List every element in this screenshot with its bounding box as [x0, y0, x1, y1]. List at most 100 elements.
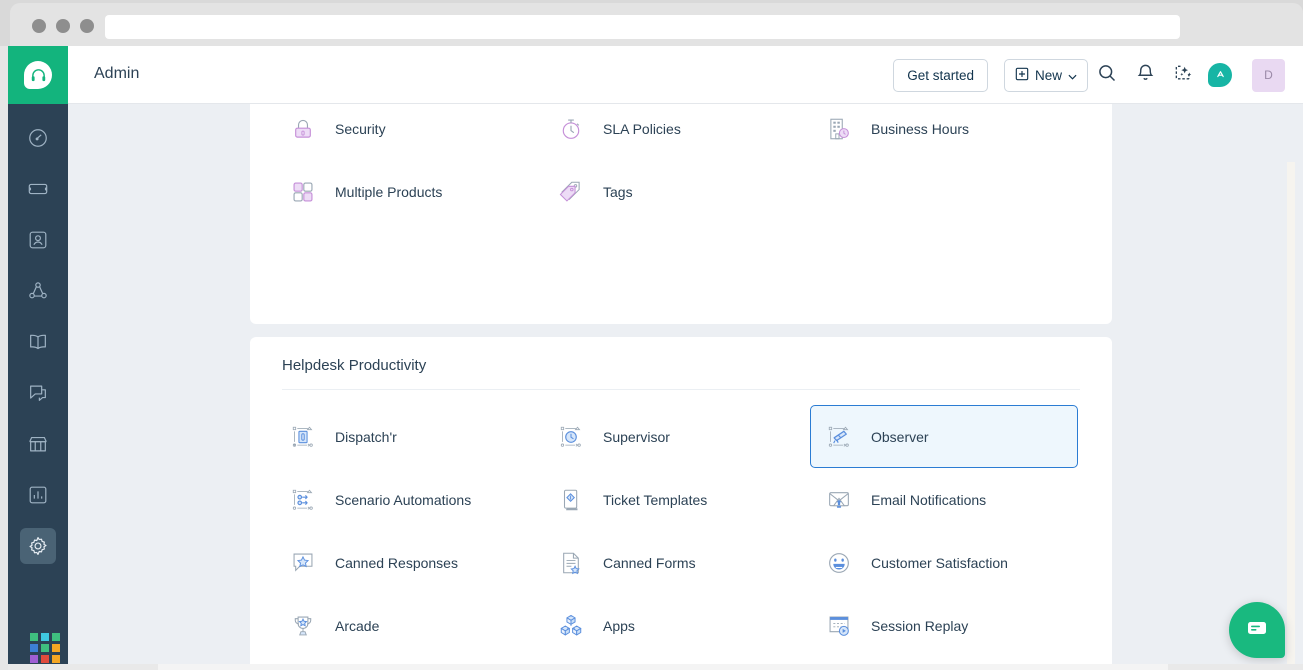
settings-item-dispatch-r[interactable]: Dispatch'r — [274, 405, 542, 468]
chat-widget-button[interactable] — [1229, 602, 1285, 658]
user-avatar[interactable]: D — [1252, 58, 1285, 92]
settings-item-arcade[interactable]: Arcade — [274, 594, 542, 657]
app-switcher-cell — [52, 644, 60, 652]
settings-item-customer-satisfaction[interactable]: Customer Satisfaction — [810, 531, 1078, 594]
book-icon — [20, 324, 56, 360]
network-icon — [20, 273, 56, 309]
sidebar-item-forums[interactable] — [8, 367, 68, 418]
freddy-ai-icon[interactable] — [1208, 63, 1232, 87]
settings-item-multiple-products[interactable]: Multiple Products — [274, 160, 542, 223]
search-button[interactable] — [1088, 56, 1126, 94]
screenshot-root: Admin Get started New D Security SLA Pol… — [0, 0, 1303, 670]
settings-item-apps[interactable]: Apps — [542, 594, 810, 657]
plus-square-icon — [1015, 67, 1029, 84]
settings-card-helpdesk-productivity: Helpdesk Productivity Dispatch'r Supervis… — [250, 337, 1112, 670]
chevron-down-icon — [1068, 68, 1077, 83]
supervisor-clock-icon — [551, 417, 591, 457]
browser-chrome — [0, 0, 1303, 46]
new-button[interactable]: New — [1003, 58, 1088, 92]
store-icon — [20, 426, 56, 462]
settings-item-business-hours[interactable]: Business Hours — [810, 104, 1078, 160]
sidebar-item-contacts[interactable] — [8, 214, 68, 265]
sidebar-item-dashboard[interactable] — [8, 112, 68, 163]
app-switcher-cell — [41, 633, 49, 641]
settings-item-label: Tags — [603, 183, 633, 200]
sidebar-item-tickets[interactable] — [8, 163, 68, 214]
padlock-icon — [283, 109, 323, 149]
gear-icon — [20, 527, 56, 564]
settings-item-session-replay[interactable]: Session Replay — [810, 594, 1078, 657]
session-replay-icon — [819, 606, 859, 646]
window-minimize-dot[interactable] — [56, 19, 70, 33]
squares-grid-icon — [283, 172, 323, 212]
horizontal-scrollbar[interactable] — [8, 664, 1303, 670]
office-building-clock-icon — [819, 109, 859, 149]
stopwatch-icon — [551, 109, 591, 149]
settings-item-label: Email Notifications — [871, 491, 987, 508]
settings-item-canned-responses[interactable]: Canned Responses — [274, 531, 542, 594]
left-nav-rail — [8, 46, 68, 670]
settings-item-tags[interactable]: Tags — [542, 160, 810, 223]
settings-item-label: Canned Forms — [603, 554, 696, 571]
smiley-face-icon — [819, 543, 859, 583]
get-started-button[interactable]: Get started — [893, 58, 988, 92]
settings-item-observer[interactable]: Observer — [810, 405, 1078, 468]
address-bar[interactable] — [105, 15, 1180, 39]
notifications-button[interactable] — [1126, 56, 1164, 94]
settings-item-sla-policies[interactable]: SLA Policies — [542, 104, 810, 160]
app-switcher-cell — [41, 644, 49, 652]
settings-item-label: Arcade — [335, 617, 380, 634]
observer-telescope-icon — [819, 417, 859, 457]
page-title: Admin — [94, 65, 140, 82]
app-switcher-cell — [41, 655, 49, 663]
vertical-scrollbar[interactable] — [1287, 162, 1295, 670]
settings-card-organisation: AgentsGroupsRolesSecuritySLA PoliciesBus… — [250, 104, 1112, 324]
content-scroll-area[interactable]: AgentsGroupsRolesSecuritySLA PoliciesBus… — [68, 104, 1295, 670]
freshdesk-logo[interactable] — [8, 46, 68, 104]
settings-item-scenario-automations[interactable]: Scenario Automations — [274, 468, 542, 531]
ai-sparkle-icon — [1173, 63, 1193, 88]
settings-item-label: Session Replay — [871, 617, 969, 634]
window-maximize-dot[interactable] — [80, 19, 94, 33]
notification-bell-icon — [1136, 63, 1155, 87]
chat-bubble-icon — [1245, 616, 1269, 645]
canned-form-icon — [551, 543, 591, 583]
settings-item-label: Canned Responses — [335, 554, 458, 571]
sidebar-item-marketplace[interactable] — [8, 418, 68, 469]
email-notification-icon — [819, 480, 859, 520]
window-close-dot[interactable] — [32, 19, 46, 33]
settings-item-label: Multiple Products — [335, 183, 443, 200]
app-switcher-cell — [52, 633, 60, 641]
app-switcher-cell — [30, 644, 38, 652]
browser-chrome-bar — [10, 3, 1303, 46]
scenario-automation-icon — [283, 480, 323, 520]
tags-icon — [551, 172, 591, 212]
settings-item-label: Supervisor — [603, 428, 670, 445]
settings-item-label: Apps — [603, 617, 635, 634]
bar-chart-icon — [20, 477, 56, 513]
card-title: Helpdesk Productivity — [282, 357, 427, 374]
settings-item-email-notifications[interactable]: Email Notifications — [810, 468, 1078, 531]
cubes-icon — [551, 606, 591, 646]
sidebar-item-admin[interactable] — [8, 520, 68, 571]
settings-item-label: Scenario Automations — [335, 491, 472, 508]
canned-response-icon — [283, 543, 323, 583]
dispatcher-icon — [283, 417, 323, 457]
settings-item-label: Business Hours — [871, 120, 970, 137]
sidebar-item-solutions[interactable] — [8, 316, 68, 367]
sidebar-item-analytics[interactable] — [8, 469, 68, 520]
window-controls[interactable] — [32, 19, 94, 33]
ai-assist-button[interactable] — [1164, 56, 1202, 94]
settings-item-security[interactable]: Security — [274, 104, 542, 160]
settings-grid: Dispatch'r Supervisor Observer Scenario Aut… — [274, 405, 1088, 670]
application-window: Admin Get started New D Security SLA Pol… — [8, 46, 1303, 670]
gauge-icon — [20, 120, 56, 156]
freshdesk-headset-logo-icon — [24, 61, 52, 89]
sidebar-item-social[interactable] — [8, 265, 68, 316]
settings-item-supervisor[interactable]: Supervisor — [542, 405, 810, 468]
settings-item-canned-forms[interactable]: Canned Forms — [542, 531, 810, 594]
horizontal-scrollbar-thumb[interactable] — [158, 664, 1168, 670]
settings-item-ticket-templates[interactable]: Ticket Templates — [542, 468, 810, 531]
app-switcher-grid-icon[interactable] — [30, 633, 60, 663]
chat-bubbles-icon — [20, 375, 56, 411]
